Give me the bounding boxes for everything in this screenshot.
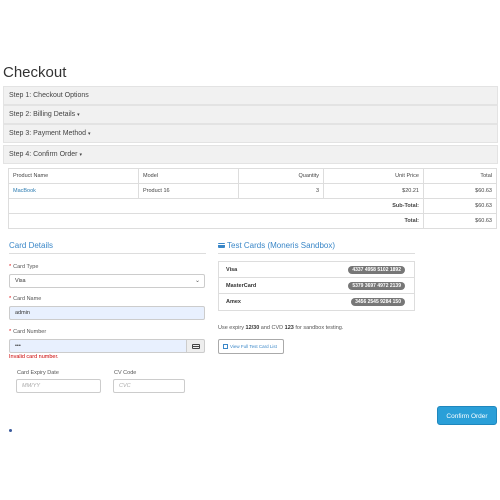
column-header: Unit Price — [323, 168, 424, 184]
card-type-label-text: Card Type — [13, 264, 39, 270]
view-button-label: View Full Test Card List — [230, 344, 277, 349]
test-cards-title-text: Test Cards (Moneris Sandbox) — [227, 241, 336, 250]
credit-card-icon — [192, 344, 200, 349]
list-item: Amex 3456 2545 9284 150 — [219, 294, 414, 310]
required-marker: * — [9, 296, 12, 302]
column-header: Model — [138, 168, 239, 184]
total-label: Total: — [8, 213, 424, 229]
bullet-dot — [9, 429, 12, 432]
card-name-input[interactable]: admin — [9, 306, 205, 320]
hint-expiry: 12/30 — [245, 325, 260, 331]
step-checkout-options[interactable]: Step 1: Checkout Options — [3, 86, 498, 105]
step-billing-details[interactable]: Step 2: Billing Details ▾ — [3, 105, 498, 124]
card-number-badge: 4337 4958 5102 1892 — [348, 266, 405, 274]
table-header-row: Product Name Model Quantity Unit Price T… — [8, 168, 497, 184]
card-name-label-text: Card Name — [13, 296, 42, 302]
cart-table: Product Name Model Quantity Unit Price T… — [8, 168, 497, 229]
column-header: Total — [423, 168, 497, 184]
caret-down-icon: ▾ — [77, 112, 80, 118]
subtotal-row: Sub-Total: $60.63 — [8, 198, 497, 214]
hint-text: Use expiry — [218, 325, 246, 331]
view-full-test-card-list-button[interactable]: View Full Test Card List — [218, 339, 284, 354]
total-value: $60.63 — [423, 213, 497, 229]
step-label: Step 2: Billing Details — [9, 111, 76, 118]
card-number-label: * Card Number — [9, 329, 46, 335]
card-details-title: Card Details — [9, 241, 54, 250]
table-row: MacBook Product 16 3 $20.21 $60.63 — [8, 183, 497, 199]
total-row: Total: $60.63 — [8, 213, 497, 229]
required-marker: * — [9, 329, 12, 335]
expiry-label: Card Expiry Date — [17, 370, 59, 376]
test-cards-title: Test Cards (Moneris Sandbox) — [218, 241, 335, 250]
model-cell: Product 16 — [138, 183, 239, 199]
quantity-cell: 3 — [238, 183, 324, 199]
subtotal-label: Sub-Total: — [8, 198, 424, 214]
required-marker: * — [9, 264, 12, 270]
step-label: Step 4: Confirm Order — [9, 151, 78, 158]
card-number-badge: 3456 2545 9284 150 — [351, 298, 405, 306]
step-label: Step 3: Payment Method — [9, 130, 87, 137]
external-link-icon — [223, 344, 228, 350]
divider — [9, 253, 206, 254]
card-type-label: * Card Type — [9, 264, 38, 270]
step-label: Step 1: Checkout Options — [9, 92, 89, 99]
caret-down-icon: ▾ — [79, 152, 82, 158]
card-number-input[interactable]: ••• — [9, 339, 187, 353]
hint-text: for sandbox testing. — [293, 325, 344, 331]
cvc-input[interactable]: CVC — [113, 379, 185, 393]
unit-price-cell: $20.21 — [323, 183, 424, 199]
chevron-down-icon: ⌄ — [194, 278, 200, 284]
hint-cvd: 123 — [284, 325, 294, 331]
product-cell: MacBook — [8, 183, 139, 199]
card-type-value: Visa — [15, 278, 26, 284]
card-number-label-text: Card Number — [13, 329, 47, 335]
card-brand: Amex — [226, 299, 241, 305]
card-number-error: Invalid card number. — [9, 354, 59, 360]
card-icon-button[interactable] — [187, 339, 205, 353]
card-type-select[interactable]: Visa ⌄ — [9, 274, 205, 288]
card-name-label: * Card Name — [9, 296, 41, 302]
product-link[interactable]: MacBook — [13, 188, 36, 194]
page-title: Checkout — [3, 64, 67, 81]
card-number-badge: 5379 3697 4972 2139 — [348, 282, 405, 290]
list-item: MasterCard 5379 3697 4972 2139 — [219, 278, 414, 294]
hint-text: and CVD — [259, 325, 285, 331]
step-confirm-order[interactable]: Step 4: Confirm Order ▾ — [3, 145, 498, 164]
column-header: Product Name — [8, 168, 139, 184]
list-item: Visa 4337 4958 5102 1892 — [219, 262, 414, 278]
confirm-order-button[interactable]: Confirm Order — [437, 406, 497, 425]
test-card-list: Visa 4337 4958 5102 1892 MasterCard 5379… — [218, 261, 415, 311]
total-cell: $60.63 — [423, 183, 497, 199]
expiry-input[interactable]: MM/YY — [16, 379, 101, 393]
divider — [218, 253, 415, 254]
card-brand: MasterCard — [226, 283, 257, 289]
cvc-label: CV Code — [114, 370, 137, 376]
caret-down-icon: ▾ — [88, 131, 91, 137]
card-brand: Visa — [226, 267, 238, 273]
card-icon — [218, 243, 225, 249]
step-payment-method[interactable]: Step 3: Payment Method ▾ — [3, 124, 498, 143]
column-header: Quantity — [238, 168, 324, 184]
sandbox-hint: Use expiry 12/30 and CVD 123 for sandbox… — [218, 325, 343, 331]
subtotal-value: $60.63 — [423, 198, 497, 214]
